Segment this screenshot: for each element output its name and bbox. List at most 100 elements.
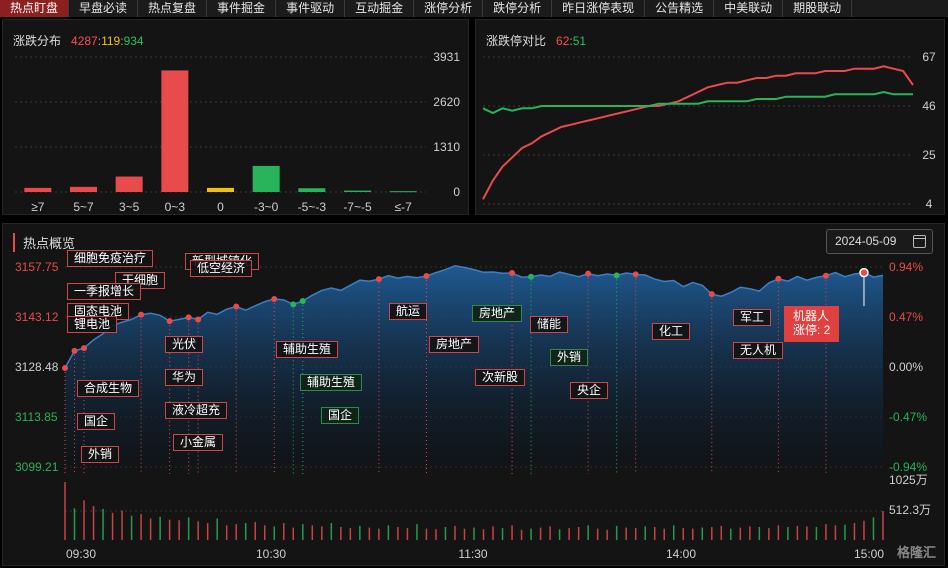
topic-tag[interactable]: 一季报增长 [67,283,142,300]
volume-bar [787,526,789,540]
volume-bar [359,525,361,540]
volume-bar [454,525,456,540]
volume-bar [397,526,399,540]
marker-dot [822,272,829,279]
volume-bar [682,528,685,540]
volume-bar [720,525,723,540]
nav-tab[interactable]: 跌停分析 [483,0,553,17]
volume-bar [121,510,123,540]
nav-tab[interactable]: 涨停分析 [414,0,484,17]
nav-tab[interactable]: 热点盯盘 [0,0,70,17]
series-line [482,65,914,200]
marker-dot [423,273,430,280]
x-tick-label: 15:00 [854,547,884,561]
volume-bar [444,526,447,540]
topic-tag[interactable]: 无人机 [733,342,784,359]
topic-tag[interactable]: 航运 [389,303,428,320]
volume-bar [768,528,770,540]
volume-bar [216,518,218,540]
x-tick-label: -5~-3 [298,200,327,214]
y-tick-label: 3931 [433,50,460,64]
marker-dot [613,272,620,279]
volume-bar [844,524,846,540]
topic-tag[interactable]: 低空经济 [190,260,253,277]
nav-tab[interactable]: 互动掘金 [345,0,415,17]
topic-tag[interactable]: 房地产 [429,336,480,353]
topic-tag[interactable]: 储能 [530,316,569,333]
nav-tab[interactable]: 中美联动 [714,0,784,17]
topic-tag[interactable]: 次新股 [475,369,526,386]
volume-bar [92,506,95,540]
volume-bar [235,524,237,540]
topic-tag[interactable]: 外销 [81,446,120,463]
topic-tag[interactable]: 锂电池 [67,316,118,333]
marker-dot [271,295,278,302]
volume-bar [711,526,713,540]
volume-bar [102,508,104,540]
nav-tab[interactable]: 早盘必读 [69,0,139,17]
highlight-dot [859,267,869,278]
nav-tab[interactable]: 昨日涨停表现 [552,0,646,17]
nav-tab[interactable]: 热点复盘 [138,0,208,17]
topic-tag[interactable]: 房地产 [472,305,523,322]
topic-tag[interactable]: 辅助生殖 [276,341,339,358]
topic-tag[interactable]: 央企 [570,382,609,399]
topic-tag[interactable]: 光伏 [165,336,204,353]
volume-bar [416,524,418,540]
hot-topic-overview-panel: 热点概览 2024-05-09 3157.75 0.94% 3143.12 0.47%… [2,223,945,566]
topic-tag[interactable]: 化工 [652,323,691,340]
watermark-logo: 格隆汇 [896,545,936,560]
y-tick-label: 3128.48 [15,360,59,374]
nav-tab[interactable]: 事件驱动 [276,0,346,17]
marker-dot [509,269,516,276]
volume-bar [730,528,732,540]
volume-bar [206,523,209,540]
volume-bar [634,528,637,540]
volume-bar [263,525,266,540]
y-tick-label: 3157.75 [15,260,59,274]
topic-tag-highlight[interactable]: 机器人 涨停: 2 [784,306,840,342]
distribution-bar [298,188,326,192]
rise-fall-distribution-panel: 涨跌分布 4287:119:934 3931 2620 1310 0 ≥7 5~7 3~5 0… [2,19,469,215]
nav-tab[interactable]: 期股联动 [783,0,853,17]
volume-bar [64,482,66,540]
marker-dot [585,270,592,277]
volume-bar [187,517,190,540]
volume-bar [130,515,133,540]
rise-fall-distribution-chart: 3931 2620 1310 0 ≥7 5~7 3~5 0~3 0 -3~0 -5~-3 -7~-5 ≤… [15,50,460,214]
marker-dot [708,291,715,298]
volume-bar [501,528,504,540]
x-tick-label: -3~0 [254,200,279,214]
nav-tab[interactable]: 公告精选 [645,0,715,17]
topic-name: 机器人 [793,309,830,323]
volume-bar [330,523,333,540]
topic-tag[interactable]: 军工 [733,309,772,326]
topic-tag[interactable]: 华为 [165,369,204,386]
marker-dot [71,347,78,354]
marker-dot [185,314,192,321]
topic-tag[interactable]: 国企 [77,413,116,430]
distribution-bar [24,187,52,192]
volume-bar [378,528,380,540]
x-tick-label: 3~5 [119,200,140,214]
topic-tag[interactable]: 合成生物 [77,380,140,397]
topic-tag[interactable]: 小金属 [173,434,224,451]
marker-dot [290,301,297,308]
topic-tag[interactable]: 国企 [321,407,360,424]
volume-bar [739,527,742,540]
topic-tag[interactable]: 辅助生殖 [300,374,363,391]
y-tick-label: 1310 [433,140,460,154]
volume-bar [549,526,551,540]
nav-tab[interactable]: 事件掘金 [207,0,277,17]
volume-bar [292,527,295,540]
y-tick-label-pct: 0.94% [889,260,923,274]
topic-tag[interactable]: 液冷超充 [165,402,228,419]
topic-tag[interactable]: 细胞免疫治疗 [67,250,154,267]
topic-tag[interactable]: 外销 [550,349,589,366]
volume-bar [473,527,475,540]
distribution-bar [252,165,280,192]
volume-bar [806,526,808,540]
distribution-bar [115,176,143,192]
volume-bar [539,527,542,540]
volume-bar [796,525,799,540]
